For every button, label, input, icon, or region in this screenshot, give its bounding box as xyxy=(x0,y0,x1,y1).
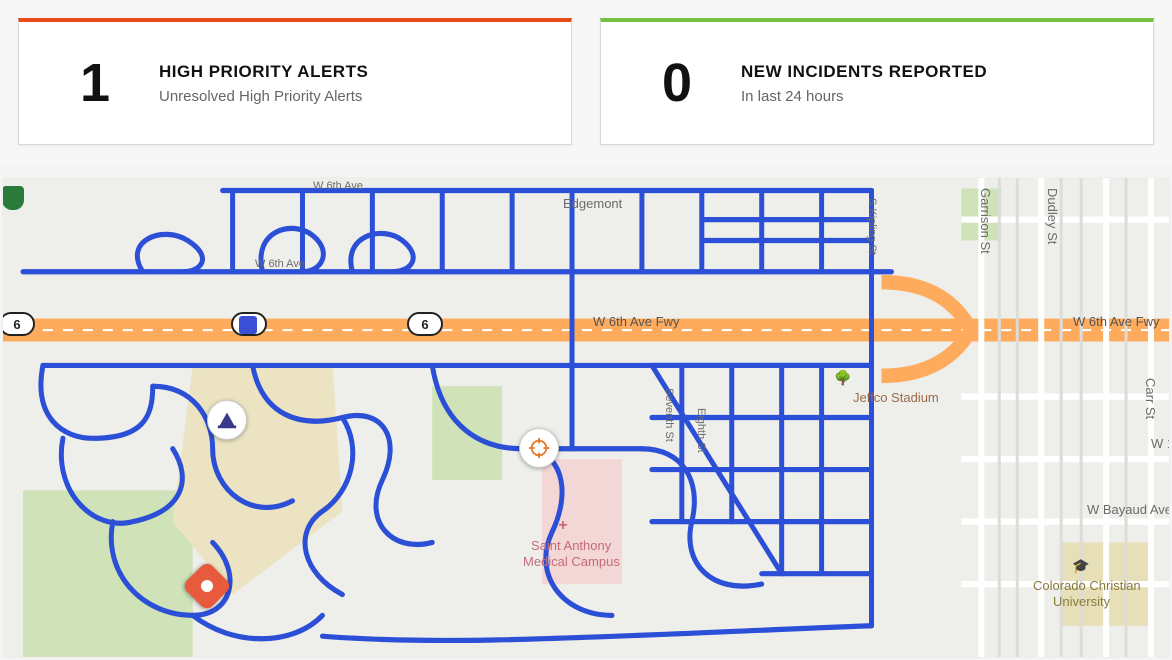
alert-count: 1 xyxy=(59,52,129,114)
new-incidents-card[interactable]: 0 NEW INCIDENTS REPORTED In last 24 hour… xyxy=(600,18,1154,145)
crosshair-icon xyxy=(528,437,550,459)
high-priority-alerts-card[interactable]: 1 HIGH PRIORITY ALERTS Unresolved High P… xyxy=(18,18,572,145)
summary-cards-row: 1 HIGH PRIORITY ALERTS Unresolved High P… xyxy=(0,0,1172,163)
alert-title: HIGH PRIORITY ALERTS xyxy=(159,62,368,82)
map-marker-valve[interactable] xyxy=(207,400,247,440)
incident-subtitle: In last 24 hours xyxy=(741,88,987,105)
transit-stop-icon xyxy=(239,316,257,334)
map-marker-target[interactable] xyxy=(519,428,559,468)
map-view[interactable]: 6 6 6 W 6th Ave Fwy W 6th Ave Fwy Edgemo… xyxy=(2,177,1170,658)
valve-icon xyxy=(216,409,238,431)
alert-text: HIGH PRIORITY ALERTS Unresolved High Pri… xyxy=(159,62,368,105)
incident-count: 0 xyxy=(641,52,711,114)
map-canvas xyxy=(3,178,1169,657)
dashboard-root: 1 HIGH PRIORITY ALERTS Unresolved High P… xyxy=(0,0,1172,660)
incident-text: NEW INCIDENTS REPORTED In last 24 hours xyxy=(741,62,987,105)
incident-title: NEW INCIDENTS REPORTED xyxy=(741,62,987,82)
alert-subtitle: Unresolved High Priority Alerts xyxy=(159,88,368,105)
